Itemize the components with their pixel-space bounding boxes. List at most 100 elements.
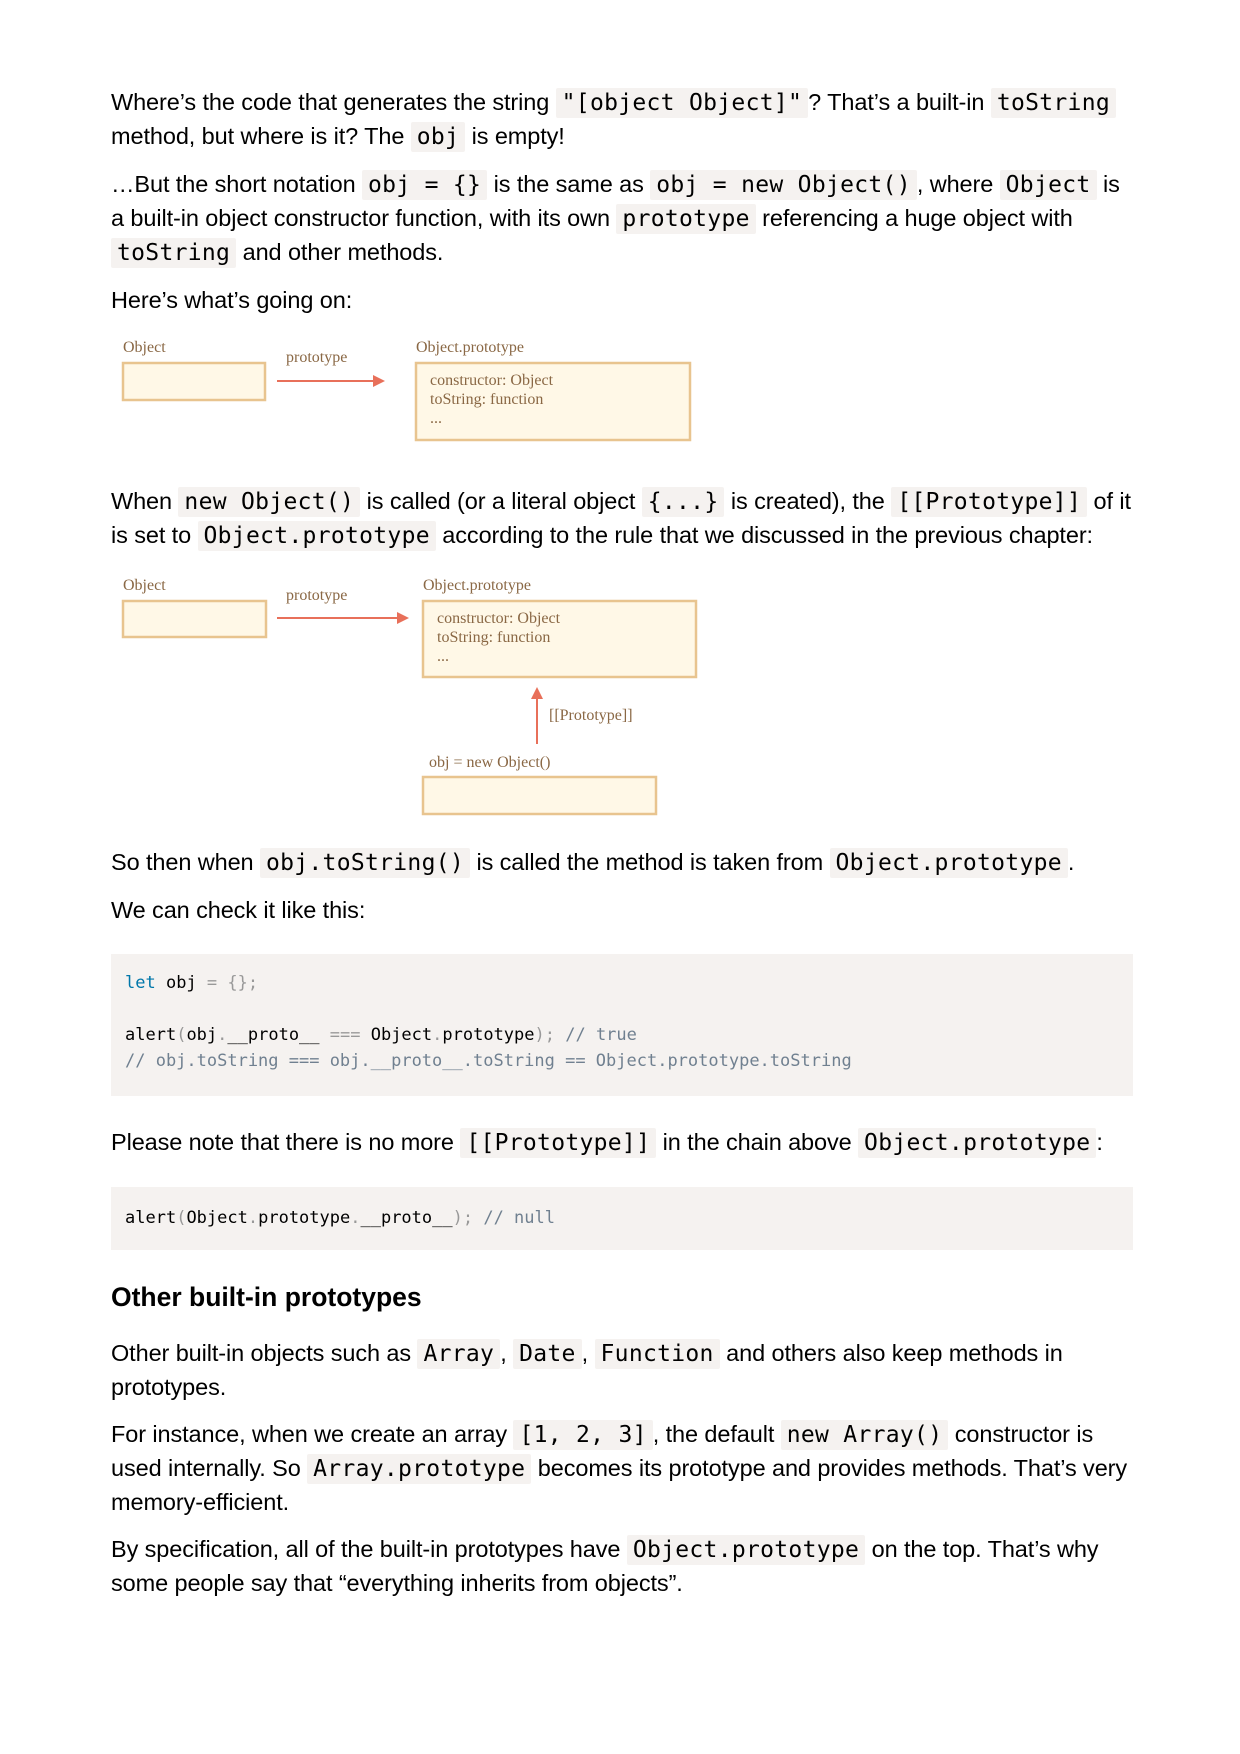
proto-line-2: toString: function bbox=[437, 629, 550, 646]
proto-line-1: constructor: Object bbox=[437, 610, 561, 627]
text: Other built-in objects such as bbox=[111, 1340, 418, 1366]
section-paragraph-2: For instance, when we create an array [1… bbox=[111, 1418, 1133, 1519]
code-token: __proto__ bbox=[227, 1025, 330, 1045]
code-token: obj bbox=[186, 1025, 218, 1045]
text: When bbox=[111, 488, 179, 514]
intro-paragraph-3: Here’s what’s going on: bbox=[111, 287, 353, 313]
text: is called (or a literal object bbox=[360, 488, 642, 514]
object-label: Object bbox=[123, 577, 166, 594]
section-paragraph-3: By specification, all of the built-in pr… bbox=[111, 1533, 1133, 1600]
code-token: obj bbox=[155, 973, 207, 993]
text: according to the rule that we discussed … bbox=[435, 522, 1093, 548]
inline-code: Array.prototype bbox=[307, 1454, 532, 1484]
obj-label: obj = new Object() bbox=[429, 754, 550, 771]
obj-box bbox=[421, 775, 658, 816]
inline-code: Object.prototype bbox=[626, 1535, 866, 1565]
code-token: = bbox=[206, 973, 218, 993]
inline-code: Object.prototype bbox=[197, 521, 436, 551]
diagram-1-svg: Object prototype Object.prototype constr… bbox=[121, 339, 692, 442]
prototype-arrow-label: prototype bbox=[286, 349, 347, 366]
inline-code: [[Prototype]] bbox=[891, 487, 1088, 517]
text: . bbox=[1067, 849, 1075, 875]
code-token: . bbox=[350, 1208, 361, 1228]
text: in the chain above bbox=[656, 1129, 859, 1155]
text: is the same as bbox=[487, 171, 651, 197]
inline-code: new Object() bbox=[178, 487, 361, 517]
section-heading: Other built-in prototypes bbox=[111, 1282, 422, 1312]
inline-code: Object.prototype bbox=[829, 848, 1068, 878]
after-paragraph-1: So then when obj.toString() is called th… bbox=[111, 846, 1133, 880]
text: method, but where is it? The bbox=[111, 123, 411, 149]
text: is empty! bbox=[465, 123, 565, 149]
prototype-arrow-label: prototype bbox=[286, 587, 347, 604]
proto-line-3: ... bbox=[430, 410, 442, 427]
code-token: ); bbox=[452, 1208, 474, 1228]
text: , where bbox=[916, 171, 1000, 197]
text: : bbox=[1096, 1129, 1103, 1155]
inline-code: Object.prototype bbox=[858, 1128, 1097, 1158]
inline-code: new Array() bbox=[780, 1420, 949, 1450]
inline-code: obj = new Object() bbox=[650, 170, 917, 200]
code-token: . bbox=[217, 1025, 228, 1045]
code-line: let obj = {}; bbox=[125, 970, 1119, 996]
object-prototype-label: Object.prototype bbox=[416, 339, 524, 356]
code-token: __proto__ bbox=[360, 1208, 453, 1228]
code-token: // true bbox=[555, 1025, 637, 1045]
article: Where’s the code that generates the stri… bbox=[111, 86, 1133, 1600]
code-token: prototype bbox=[442, 1025, 535, 1045]
inline-code: Date bbox=[513, 1339, 582, 1369]
proto-line-1: constructor: Object bbox=[430, 372, 554, 389]
code-token: alert bbox=[125, 1208, 177, 1228]
text: referencing a huge object with bbox=[755, 205, 1073, 231]
text: …But the short notation bbox=[111, 171, 363, 197]
text: is called the method is taken from bbox=[470, 849, 830, 875]
object-box bbox=[121, 599, 268, 639]
text: Please note that there is no more bbox=[111, 1129, 461, 1155]
code-token: ( bbox=[176, 1208, 187, 1228]
text: So then when bbox=[111, 849, 260, 875]
inline-code: toString bbox=[111, 238, 237, 268]
inline-code: Object bbox=[999, 170, 1097, 200]
code-token: alert bbox=[125, 1025, 177, 1045]
object-prototype-label: Object.prototype bbox=[423, 577, 531, 594]
note-paragraph: Please note that there is no more [[Prot… bbox=[111, 1126, 1133, 1160]
code-token: // obj.toString === obj.__proto__.toStri… bbox=[125, 1051, 852, 1071]
inline-code: [[Prototype]] bbox=[460, 1128, 657, 1158]
inline-code: obj = {} bbox=[362, 170, 488, 200]
inline-code: {...} bbox=[641, 487, 725, 517]
intro-paragraph-2: …But the short notation obj = {} is the … bbox=[111, 168, 1133, 270]
text: , bbox=[500, 1340, 514, 1366]
diagram-2-svg: Object prototype Object.prototype constr… bbox=[121, 577, 698, 816]
text: For instance, when we create an array bbox=[111, 1421, 514, 1447]
code-token: let bbox=[125, 973, 156, 993]
text: By specification, all of the built-in pr… bbox=[111, 1536, 627, 1562]
text: , the default bbox=[652, 1421, 781, 1447]
code-token: prototype bbox=[258, 1208, 351, 1228]
code-line: alert(obj.__proto__ === Object.prototype… bbox=[125, 1022, 1119, 1048]
code-token: // null bbox=[473, 1208, 555, 1228]
inline-code: Array bbox=[417, 1339, 501, 1369]
inline-code: "[object Object]" bbox=[555, 88, 809, 118]
inline-code: prototype bbox=[616, 204, 756, 234]
prototype-diagram-1: Object prototype Object.prototype constr… bbox=[111, 329, 1133, 479]
proto-line-2: toString: function bbox=[430, 391, 543, 408]
text: and other methods. bbox=[236, 239, 444, 265]
code-token: {}; bbox=[217, 973, 259, 993]
code-line: // obj.toString === obj.__proto__.toStri… bbox=[125, 1048, 1119, 1074]
inline-code: obj bbox=[410, 122, 466, 152]
object-label: Object bbox=[123, 339, 166, 356]
intro-paragraph-1: Where’s the code that generates the stri… bbox=[111, 86, 1133, 154]
code-line: alert(Object.prototype.__proto__); // nu… bbox=[125, 1205, 1119, 1231]
code-token: ); bbox=[534, 1025, 555, 1045]
code-token: Object bbox=[360, 1025, 433, 1045]
inline-code: Function bbox=[594, 1339, 720, 1369]
code-token: . bbox=[247, 1208, 259, 1228]
code-token: === bbox=[329, 1025, 361, 1045]
text: Where’s the code that generates the stri… bbox=[111, 89, 556, 115]
prototype-diagram-2: Object prototype Object.prototype constr… bbox=[111, 567, 1133, 827]
proto-line-3: ... bbox=[437, 648, 449, 665]
code-token: ( bbox=[176, 1025, 187, 1045]
inline-code: toString bbox=[990, 88, 1116, 118]
prototype-link-label: [[Prototype]] bbox=[549, 707, 633, 724]
